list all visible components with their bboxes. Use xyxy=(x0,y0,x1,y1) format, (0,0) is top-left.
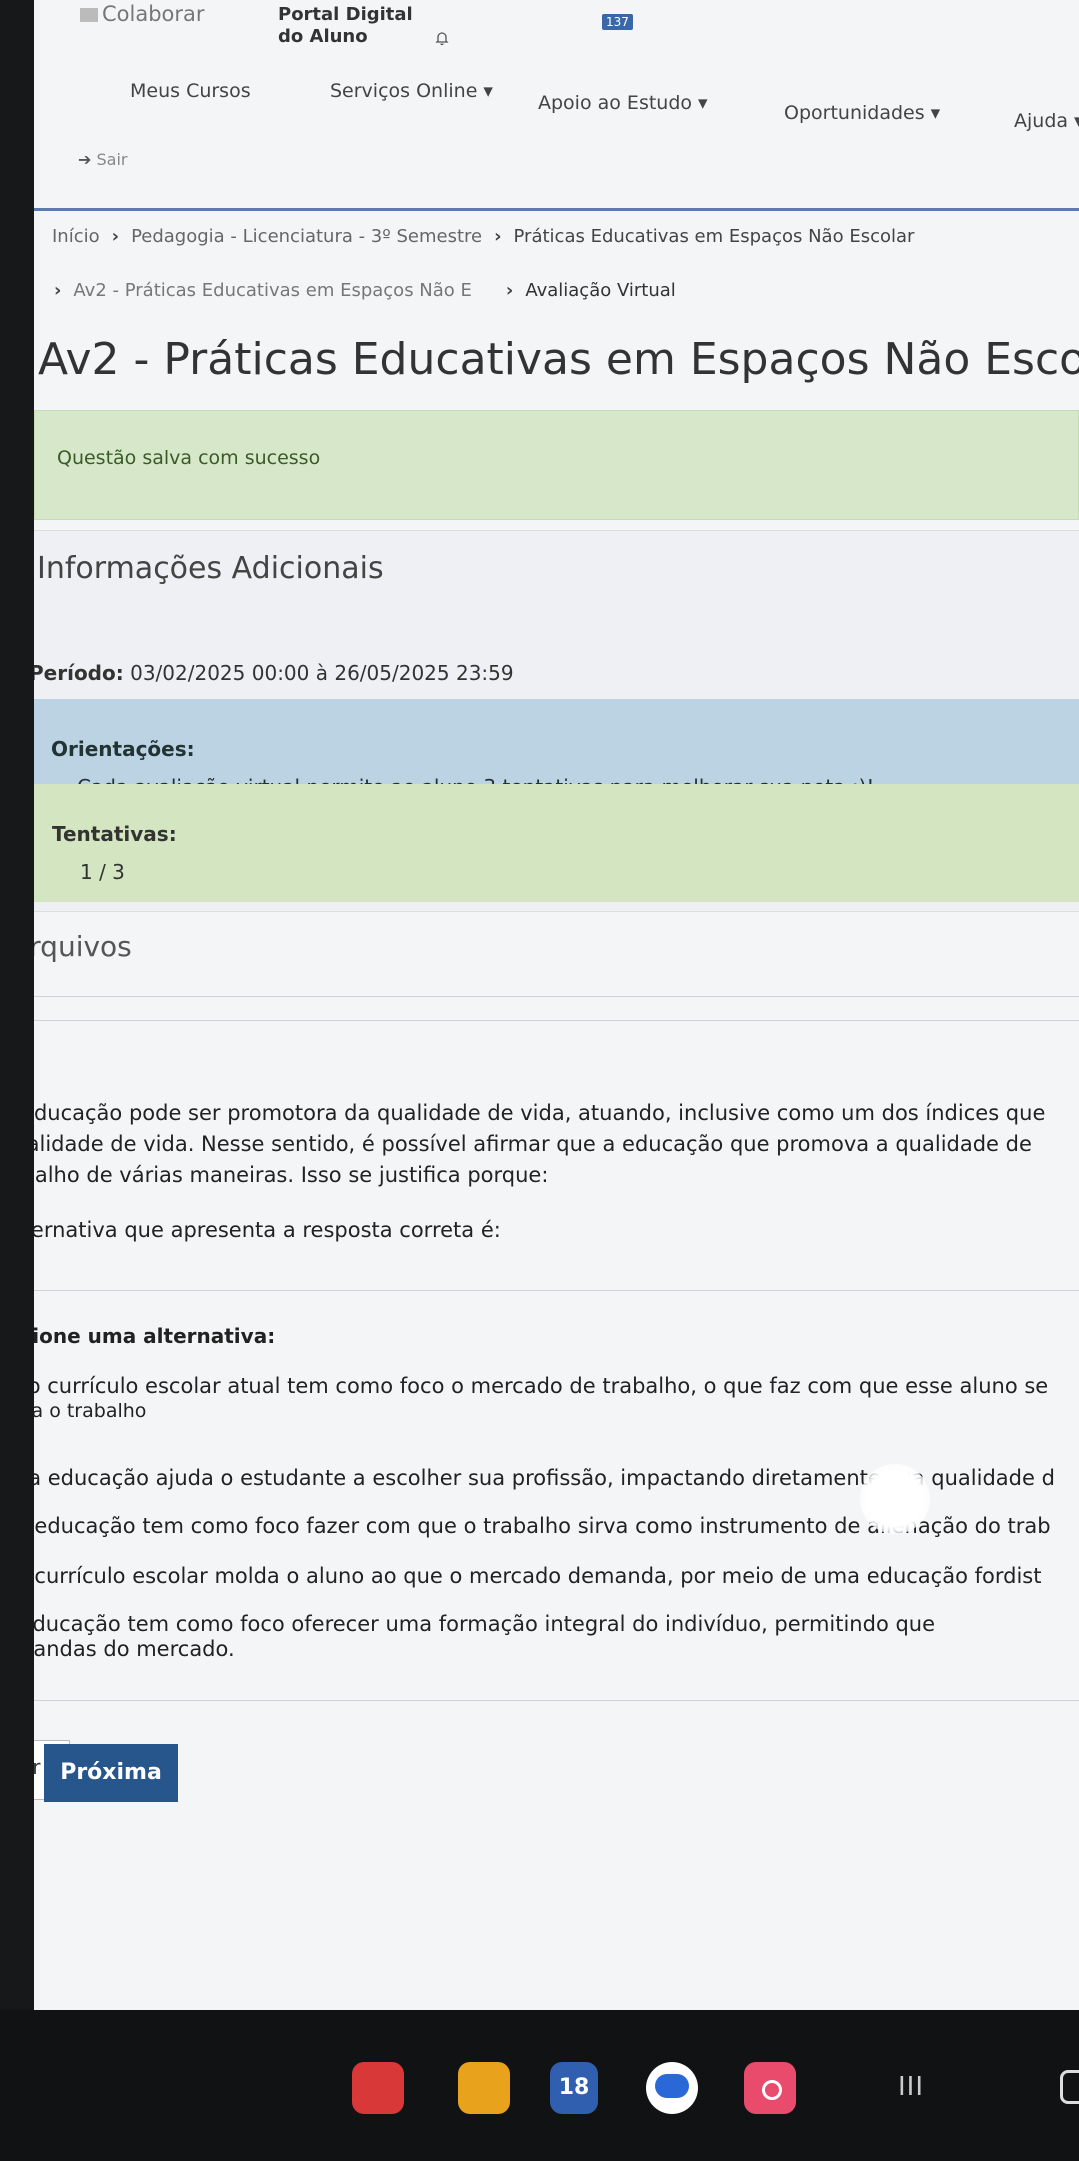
alternative-d[interactable]: ) o currículo escolar molda o aluno ao q… xyxy=(34,1564,1041,1589)
breadcrumb-chevron-icon: › xyxy=(54,280,62,301)
notification-badge[interactable]: 137 xyxy=(602,14,633,30)
question-prompt: alternativa que apresenta a resposta cor… xyxy=(34,1218,501,1242)
success-alert: Questão salva com sucesso xyxy=(34,410,1079,520)
divider xyxy=(34,996,1079,997)
next-button[interactable]: Próxima xyxy=(44,1744,178,1802)
header-divider xyxy=(34,208,1079,211)
portal-title-line2: do Aluno xyxy=(278,26,368,47)
messages-app-icon[interactable] xyxy=(646,2062,698,2114)
alternative-d-text: ) o currículo escolar molda o aluno ao q… xyxy=(34,1564,1042,1588)
home-button[interactable] xyxy=(1060,2070,1079,2104)
files-title: Arquivos xyxy=(34,930,132,963)
portal-title-line1: Portal Digital xyxy=(278,4,413,25)
question-line: qualidade de vida. Nesse sentido, é poss… xyxy=(34,1132,1032,1156)
nav-servicos-online[interactable]: Serviços Online ▾ xyxy=(330,80,493,102)
guidelines-label: Orientações: xyxy=(51,737,195,761)
files-app-icon[interactable] xyxy=(458,2062,510,2114)
additional-info-title: Informações Adicionais xyxy=(37,551,384,586)
success-message: Questão salva com sucesso xyxy=(57,447,321,469)
logout-label: Sair xyxy=(96,150,128,169)
divider xyxy=(34,1700,1079,1701)
alternative-a-text: a) o currículo escolar atual tem como fo… xyxy=(34,1374,1049,1398)
broken-image-icon xyxy=(80,8,98,22)
select-alternative-label: lecione uma alternativa: xyxy=(34,1324,276,1348)
page-title: Av2 - Práticas Educativas em Espaços Não… xyxy=(38,334,1079,385)
browser-screen: Colaborar Portal Digital do Aluno 137 Me… xyxy=(34,0,1079,2010)
attempts-label: Tentativas: xyxy=(52,822,177,846)
period-label: Período: xyxy=(34,661,124,685)
breadcrumb-assessment[interactable]: Av2 - Práticas Educativas em Espaços Não… xyxy=(73,280,471,301)
breadcrumb-chevron-icon: › xyxy=(111,226,120,247)
alternative-e-text-cont: emandas do mercado. xyxy=(34,1637,235,1661)
breadcrumb-chevron-icon: › xyxy=(505,280,514,301)
portal-title: Portal Digital do Aluno xyxy=(278,4,413,48)
camera-app-icon[interactable] xyxy=(744,2062,796,2114)
alternative-e[interactable]: a educação tem como foco oferecer uma fo… xyxy=(34,1612,935,1662)
attempts-value: 1 / 3 xyxy=(80,860,125,884)
period-info: Período: 03/02/2025 00:00 à 26/05/2025 2… xyxy=(34,661,514,685)
breadcrumb-chevron-icon: › xyxy=(494,226,502,247)
breadcrumb-current: Avaliação Virtual xyxy=(525,280,676,301)
question-line: A educação pode ser promotora da qualida… xyxy=(34,1101,1046,1125)
nav-meus-cursos[interactable]: Meus Cursos xyxy=(130,80,251,102)
period-value: 03/02/2025 00:00 à 26/05/2025 23:59 xyxy=(123,661,514,685)
alternative-a-text-cont: para o trabalho xyxy=(34,1400,147,1422)
logout-icon: ➔ xyxy=(78,150,92,169)
nav-ajuda[interactable]: Ajuda ▾ xyxy=(1014,110,1079,132)
logout-link[interactable]: ➔ Sair xyxy=(78,150,127,169)
screen-glare xyxy=(860,1464,930,1534)
bell-icon[interactable] xyxy=(434,30,450,46)
nav-apoio-estudo[interactable]: Apoio ao Estudo ▾ xyxy=(538,92,708,114)
alternative-e-text: a educação tem como foco oferecer uma fo… xyxy=(34,1612,936,1636)
breadcrumb-course[interactable]: Pedagogia - Licenciatura - 3º Semestre xyxy=(131,226,482,247)
logo-text: Colaborar xyxy=(102,2,205,26)
breadcrumb-discipline[interactable]: Práticas Educativas em Espaços Não Escol… xyxy=(514,226,915,247)
nav-oportunidades[interactable]: Oportunidades ▾ xyxy=(784,102,940,124)
question-line: rabalho de várias maneiras. Isso se just… xyxy=(34,1163,549,1187)
question-text: A educação pode ser promotora da qualida… xyxy=(34,1098,1045,1191)
notes-app-icon[interactable] xyxy=(352,2062,404,2114)
divider xyxy=(34,1290,1079,1291)
colaborar-logo[interactable]: Colaborar xyxy=(80,2,205,26)
alternative-a[interactable]: a) o currículo escolar atual tem como fo… xyxy=(34,1374,1048,1424)
attempts-alert: Tentativas: 1 / 3 xyxy=(34,784,1079,902)
divider xyxy=(34,1020,1079,1021)
recents-button[interactable]: III xyxy=(898,2072,924,2102)
breadcrumb-inicio[interactable]: Início xyxy=(52,226,100,247)
breadcrumb-line2: › Av2 - Práticas Educativas em Espaços Nã… xyxy=(54,280,676,301)
breadcrumb: Início › Pedagogia - Licenciatura - 3º Sem… xyxy=(52,226,914,247)
calendar-app-icon[interactable]: 18 xyxy=(550,2062,598,2114)
